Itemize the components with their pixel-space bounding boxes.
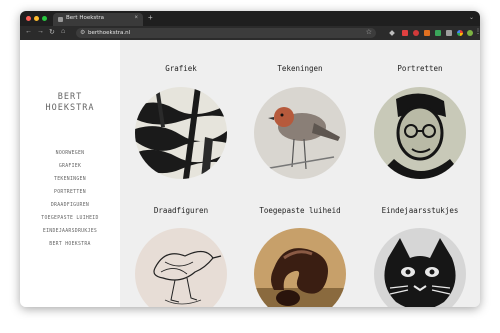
gallery: Grafiek Tekeningen Portretten Draadfigur…: [120, 40, 480, 307]
ceramic-object-image[interactable]: [254, 228, 346, 307]
page-content: BERT HOEKSTRA NOORWEGEN GRAFIEK TEKENING…: [20, 40, 480, 307]
woodcut-print-image[interactable]: [135, 87, 227, 179]
close-tab-icon[interactable]: ×: [134, 15, 138, 21]
browser-tab[interactable]: Bert Hoekstra ×: [53, 13, 143, 26]
menu-item-grafiek[interactable]: GRAFIEK: [20, 164, 120, 169]
bird-drawing-image[interactable]: [254, 87, 346, 179]
menu-item-toegepaste-luiheid[interactable]: TOEGEPASTE LUIHEID: [20, 216, 120, 221]
menu-item-bert-hoekstra[interactable]: BERT HOEKSTRA: [20, 242, 120, 247]
ext-multicolor-icon[interactable]: [457, 30, 463, 36]
site-info-icon[interactable]: ⚙: [80, 29, 85, 36]
browser-window: Bert Hoekstra × + ⌄ ← → ↻ ⌂ ⚙ berthoekst…: [20, 11, 480, 307]
new-tab-button[interactable]: +: [148, 13, 153, 22]
browser-toolbar: ← → ↻ ⌂ ⚙ berthoekstra.nl ☆ ⋮: [20, 26, 480, 40]
gallery-title-grafiek[interactable]: Grafiek: [121, 64, 241, 73]
menu-item-draadfiguren[interactable]: DRAADFIGUREN: [20, 203, 120, 208]
bookmark-star-icon[interactable]: ☆: [366, 28, 372, 36]
menu-item-tekeningen[interactable]: TEKENINGEN: [20, 177, 120, 182]
menu-icon[interactable]: ⋮: [475, 28, 480, 35]
tab-search-icon[interactable]: ⌄: [469, 14, 474, 21]
gallery-title-toegepaste-luiheid[interactable]: Toegepaste luiheid: [240, 206, 360, 215]
tab-title: Bert Hoekstra: [66, 15, 105, 21]
cat-print-image[interactable]: [374, 228, 466, 307]
wire-bird-image[interactable]: [135, 228, 227, 307]
forward-button[interactable]: →: [37, 28, 44, 35]
sidebar: BERT HOEKSTRA NOORWEGEN GRAFIEK TEKENING…: [20, 40, 120, 307]
gallery-title-eindejaarsstukjes[interactable]: Eindejaarsstukjes: [360, 206, 480, 215]
close-window-button[interactable]: [26, 16, 31, 21]
site-title-line2[interactable]: HOEKSTRA: [20, 103, 120, 113]
menu-item-noorwegen[interactable]: NOORWEGEN: [20, 151, 120, 156]
address-bar[interactable]: ⚙ berthoekstra.nl ☆: [76, 28, 376, 38]
back-button[interactable]: ←: [25, 28, 32, 35]
puzzle-icon[interactable]: [446, 30, 452, 36]
reload-button[interactable]: ↻: [49, 28, 55, 36]
tab-bar: Bert Hoekstra × + ⌄: [20, 11, 480, 26]
gallery-title-tekeningen[interactable]: Tekeningen: [240, 64, 360, 73]
minimize-window-button[interactable]: [34, 16, 39, 21]
portrait-print-image[interactable]: [374, 87, 466, 179]
url-text[interactable]: berthoekstra.nl: [88, 30, 130, 36]
maximize-window-button[interactable]: [42, 16, 47, 21]
avatar[interactable]: [467, 30, 473, 36]
menu-item-portretten[interactable]: PORTRETTEN: [20, 190, 120, 195]
ext-red-icon[interactable]: [402, 30, 408, 36]
site-title-line1[interactable]: BERT: [20, 92, 120, 102]
pen-icon[interactable]: [389, 30, 395, 36]
home-button[interactable]: ⌂: [61, 28, 65, 35]
favicon-icon: [58, 17, 63, 22]
ext-green-icon[interactable]: [435, 30, 441, 36]
ext-orange-icon[interactable]: [424, 30, 430, 36]
menu-item-eindejaarsdrukjes[interactable]: EINDEJAARSDRUKJES: [20, 229, 120, 234]
gallery-title-portretten[interactable]: Portretten: [360, 64, 480, 73]
gallery-title-draadfiguren[interactable]: Draadfiguren: [121, 206, 241, 215]
ext-red2-icon[interactable]: [413, 30, 419, 36]
